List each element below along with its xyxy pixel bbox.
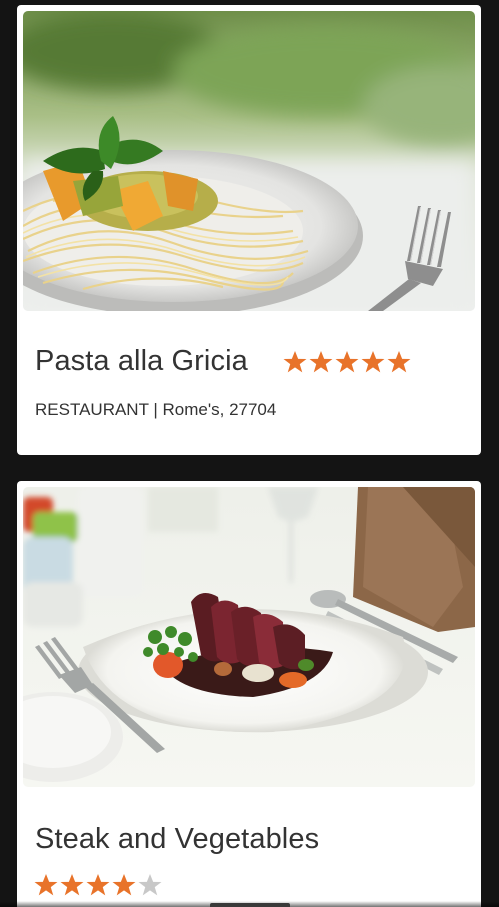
pasta-image — [23, 11, 475, 311]
star-filled-icon — [335, 350, 359, 372]
star-rating — [23, 872, 475, 898]
star-filled-icon — [387, 350, 411, 372]
dish-title[interactable]: Steak and Vegetables — [35, 823, 319, 855]
star-filled-icon — [60, 873, 84, 896]
star-filled-icon — [361, 350, 385, 372]
steak-image — [23, 487, 475, 787]
restaurant-card[interactable]: Steak and Vegetables — [17, 481, 481, 907]
scroll-handle[interactable] — [210, 903, 290, 907]
restaurant-meta: RESTAURANT | Rome's, 27704 — [35, 400, 277, 419]
title-row: Pasta alla Gricia — [23, 345, 475, 378]
dish-photo[interactable] — [23, 11, 475, 311]
star-filled-icon — [86, 873, 110, 896]
dish-title[interactable]: Pasta alla Gricia — [35, 345, 248, 378]
star-filled-icon — [112, 873, 136, 896]
restaurant-feed: Pasta alla Gricia RESTAURANT | Rome's, 2… — [0, 0, 499, 907]
star-rating — [282, 348, 412, 376]
title-row: Steak and Vegetables — [23, 823, 475, 856]
restaurant-card[interactable]: Pasta alla Gricia RESTAURANT | Rome's, 2… — [17, 5, 481, 455]
star-empty-icon — [138, 873, 162, 896]
star-filled-icon — [309, 350, 333, 372]
dish-photo[interactable] — [23, 487, 475, 787]
star-filled-icon — [283, 350, 307, 372]
star-filled-icon — [34, 873, 58, 896]
